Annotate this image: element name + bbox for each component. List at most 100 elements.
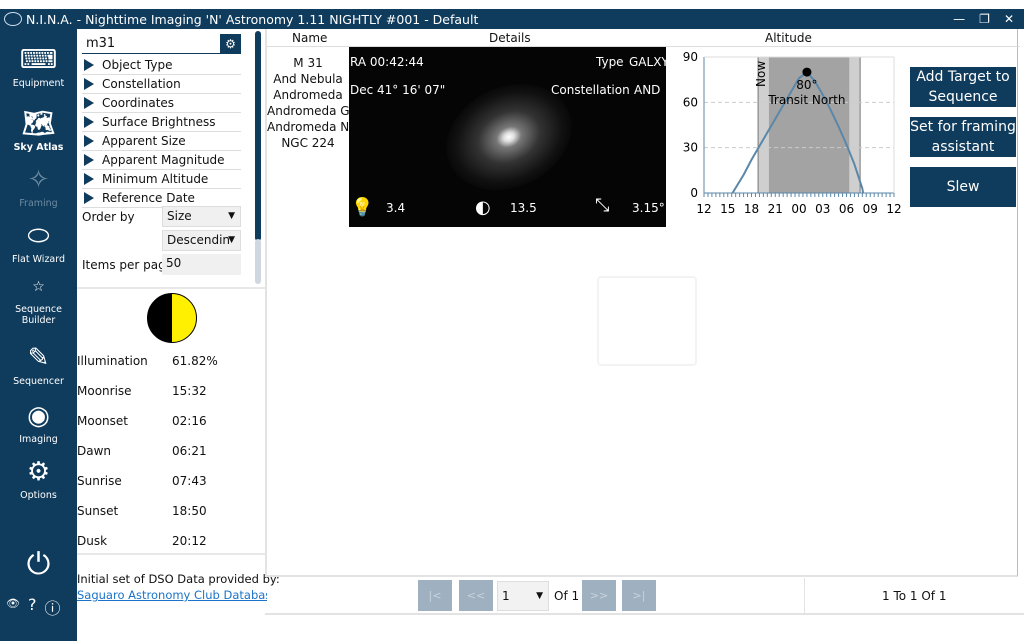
ra-value: RA 00:42:44 bbox=[350, 55, 424, 69]
constellation-label: Constellation bbox=[551, 83, 630, 97]
moon-row: Dawn 06:21 bbox=[77, 444, 207, 458]
sidebar-item-sequence-builder[interactable]: ☆ Sequence Builder bbox=[0, 273, 77, 326]
dec-value: Dec 41° 16' 07" bbox=[350, 83, 446, 97]
transit-point bbox=[802, 67, 812, 77]
help-icon[interactable]: ? bbox=[28, 595, 37, 619]
object-name: And Nebula bbox=[273, 72, 343, 86]
add-target-to-sequence-button[interactable]: Add Target to Sequence bbox=[910, 67, 1016, 107]
eye-icon[interactable]: 👁 bbox=[6, 595, 20, 619]
type-label: Type bbox=[596, 55, 624, 69]
surface-brightness-value: 13.5 bbox=[510, 201, 537, 215]
items-per-page-input[interactable]: 50 bbox=[162, 254, 241, 275]
object-name: Andromeda Nebula bbox=[267, 120, 349, 134]
search-input[interactable]: m31 bbox=[82, 34, 241, 54]
moon-row-value: 18:50 bbox=[172, 504, 207, 518]
moon-row-value: 61.82% bbox=[172, 354, 218, 368]
maximize-button[interactable]: ❐ bbox=[979, 12, 990, 26]
divider bbox=[265, 613, 1024, 615]
title-bar: N.I.N.A. - Nighttime Imaging 'N' Astrono… bbox=[0, 9, 1024, 29]
object-name: NGC 224 bbox=[281, 136, 335, 150]
results-panel: Name Details Altitude M 31 And Nebula Andr… bbox=[265, 29, 1020, 577]
scrollbar-track[interactable] bbox=[255, 239, 261, 284]
filter-expander[interactable]: Object Type bbox=[82, 56, 241, 75]
sidebar-item-flat-wizard[interactable]: ⬭ Flat Wizard bbox=[0, 221, 77, 265]
equipment-icon: ⌨ bbox=[19, 45, 58, 75]
moon-row-label: Illumination bbox=[77, 354, 148, 368]
moon-row-label: Moonset bbox=[77, 414, 128, 428]
size-arrow-icon: ⤡ bbox=[595, 195, 610, 216]
sequencer-icon: ✎ bbox=[27, 343, 50, 373]
y-tick-label: 90 bbox=[683, 50, 698, 64]
size-value: 3.15° bbox=[632, 201, 665, 215]
peak-label: 80° bbox=[796, 78, 817, 92]
sidebar-item-sequencer[interactable]: ✎ Sequencer bbox=[0, 343, 77, 387]
filter-expander[interactable]: Surface Brightness bbox=[82, 113, 241, 132]
divider bbox=[77, 553, 265, 555]
divider bbox=[804, 578, 805, 613]
sidebar-item-framing[interactable]: ✧ Framing bbox=[0, 165, 77, 209]
sidebar-item-imaging[interactable]: ◉ Imaging bbox=[0, 401, 77, 445]
first-page-button[interactable]: |< bbox=[418, 580, 452, 611]
last-page-button[interactable]: >| bbox=[622, 580, 656, 611]
y-tick-label: 30 bbox=[683, 141, 698, 155]
power-button[interactable]: ⏻ bbox=[0, 547, 77, 582]
constellation-value: AND bbox=[634, 83, 661, 97]
sidebar-item-sky-atlas[interactable]: 🗺 Sky Atlas bbox=[0, 109, 77, 153]
close-button[interactable]: ✕ bbox=[1004, 12, 1014, 26]
filter-expander[interactable]: Coordinates bbox=[82, 94, 241, 113]
sky-atlas-watermark-icon bbox=[597, 276, 697, 366]
moon-row-value: 15:32 bbox=[172, 384, 207, 398]
result-names[interactable]: M 31 And Nebula Andromeda Andromeda Galaxy A… bbox=[267, 55, 349, 151]
credit-text: Initial set of DSO Data provided by: bbox=[77, 572, 280, 586]
minimize-button[interactable]: — bbox=[953, 12, 965, 26]
moon-row: Moonrise 15:32 bbox=[77, 384, 207, 398]
page-select[interactable]: 1 ▼ bbox=[497, 581, 549, 611]
magnitude-value: 3.4 bbox=[386, 201, 406, 215]
set-for-framing-button[interactable]: Set for framing assistant bbox=[910, 117, 1016, 157]
order-direction-select[interactable]: Descendin ▼ bbox=[162, 230, 241, 251]
moon-row-label: Dusk bbox=[77, 534, 108, 548]
x-tick-label: 00 bbox=[791, 202, 806, 216]
moon-row-label: Sunrise bbox=[77, 474, 122, 488]
search-settings-button[interactable]: ⚙ bbox=[220, 34, 241, 54]
moon-phase-icon bbox=[147, 293, 197, 343]
transit-label: Transit North bbox=[767, 93, 845, 107]
sidebar-item-equipment[interactable]: ⌨ Equipment bbox=[0, 45, 77, 89]
items-per-page-label: Items per page bbox=[82, 258, 174, 272]
prev-page-button[interactable]: << bbox=[459, 580, 493, 611]
moon-row-value: 07:43 bbox=[172, 474, 207, 488]
y-tick-label: 0 bbox=[690, 186, 698, 200]
sac-database-link[interactable]: Saguaro Astronomy Club Database v bbox=[77, 588, 267, 602]
x-tick-label: 18 bbox=[744, 202, 759, 216]
surface-brightness-icon: ◐ bbox=[475, 197, 491, 218]
filter-expander[interactable]: Apparent Magnitude bbox=[82, 151, 241, 170]
nina-logo-icon bbox=[4, 12, 22, 26]
moon-row-value: 20:12 bbox=[172, 534, 207, 548]
sidebar: ⌨ Equipment 🗺 Sky Atlas ✧ Framing ⬭ Flat Wiz… bbox=[0, 29, 77, 641]
divider bbox=[77, 287, 265, 289]
moon-row-label: Dawn bbox=[77, 444, 112, 458]
framing-icon: ✧ bbox=[27, 165, 50, 195]
next-page-button[interactable]: >> bbox=[582, 580, 616, 611]
sidebar-item-options[interactable]: ⚙ Options bbox=[0, 457, 77, 501]
filter-expander[interactable]: Constellation bbox=[82, 75, 241, 94]
imaging-icon: ◉ bbox=[27, 401, 50, 431]
order-field-select[interactable]: Size ▼ bbox=[162, 206, 241, 227]
object-name: Andromeda bbox=[273, 88, 343, 102]
page-count: Of 1 bbox=[554, 589, 580, 603]
info-icon[interactable]: ⓘ bbox=[44, 595, 60, 619]
order-by-label: Order by bbox=[82, 210, 135, 224]
x-tick-label: 12 bbox=[696, 202, 711, 216]
object-name: M 31 bbox=[293, 56, 323, 70]
moon-row-label: Moonrise bbox=[77, 384, 132, 398]
moon-row-value: 06:21 bbox=[172, 444, 207, 458]
filter-scrollbar[interactable] bbox=[255, 31, 261, 241]
column-header-details: Details bbox=[489, 31, 531, 45]
moon-row: Sunset 18:50 bbox=[77, 504, 207, 518]
x-tick-label: 21 bbox=[768, 202, 783, 216]
x-tick-label: 15 bbox=[720, 202, 735, 216]
filter-expander[interactable]: Minimum Altitude bbox=[82, 170, 241, 189]
filter-expander[interactable]: Apparent Size bbox=[82, 132, 241, 151]
sky-atlas-icon: 🗺 bbox=[21, 109, 55, 139]
slew-button[interactable]: Slew bbox=[910, 167, 1016, 207]
